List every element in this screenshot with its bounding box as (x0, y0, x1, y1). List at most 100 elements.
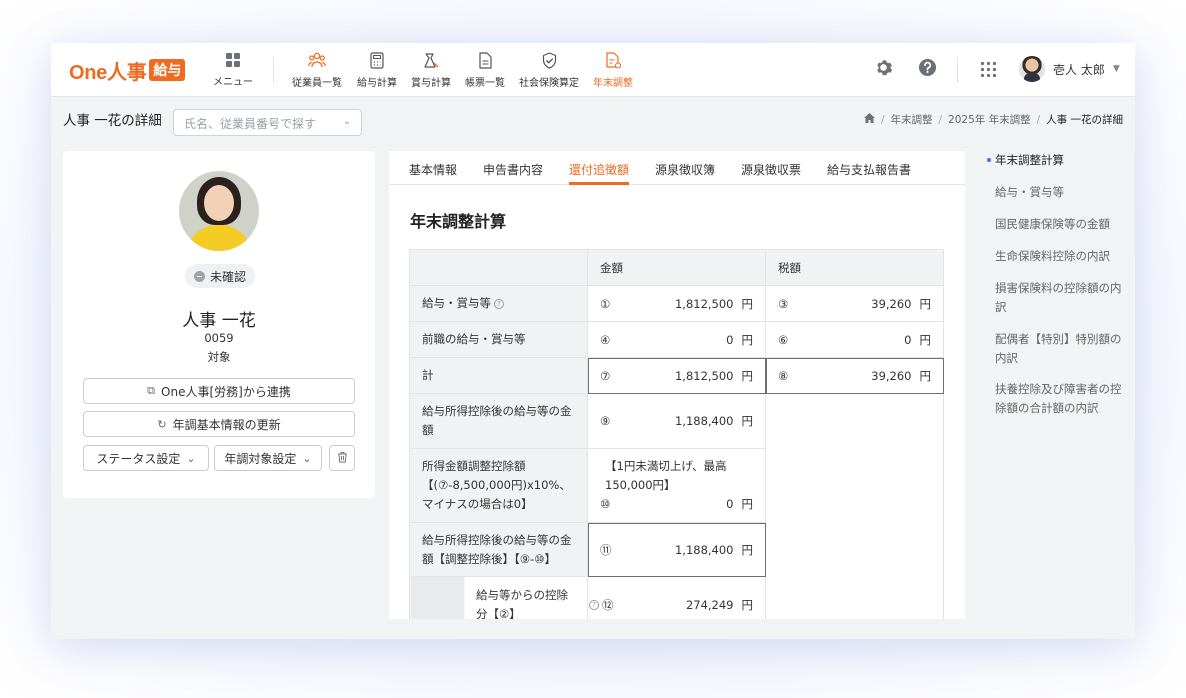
help-icon[interactable] (918, 58, 937, 80)
anchor-health-insurance[interactable]: 国民健康保険等の金額 (995, 215, 1135, 234)
row-label: 給与等からの控除分【②】 (476, 587, 568, 620)
tab-basic-info[interactable]: 基本情報 (409, 161, 457, 178)
logo-text: One人事 (69, 61, 147, 84)
delete-button[interactable] (329, 445, 355, 471)
anchor-spouse-deduction[interactable]: 配偶者【特別】特別額の内訳 (995, 330, 1125, 368)
table-row: 給与所得控除後の給与等の金額 ⑨ 1,188,400 円 (409, 393, 944, 619)
target-setting-dropdown[interactable]: 年調対象設定 ⌄ (214, 445, 322, 471)
row-label: 給与・賞与等 (422, 296, 491, 310)
chevron-down-icon: ⌄ (186, 451, 196, 465)
nav-year-end[interactable]: 年末調整 (593, 52, 633, 89)
divider (273, 57, 274, 83)
nav-bonus[interactable]: 賞与計算 (411, 52, 451, 89)
anchor-dependents-deduction[interactable]: 扶養控除及び障害者の控除額の合計額の内訳 (995, 380, 1125, 418)
update-basic-info-button[interactable]: ↻ 年調基本情報の更新 (83, 411, 355, 437)
search-placeholder: 氏名、従業員番号で探す (184, 117, 317, 131)
tax-number: ③ (778, 296, 789, 311)
nav-label: 従業員一覧 (292, 78, 342, 89)
home-icon[interactable] (863, 113, 875, 126)
calculator-icon (357, 52, 397, 70)
amount-value: 1,188,400 (674, 414, 734, 428)
row-label: 給与所得控除後の給与等の金額【調整控除後】【⑨-⑩】 (409, 522, 588, 577)
yen-unit: 円 (919, 368, 932, 383)
tab-withholding-book[interactable]: 源泉徴収簿 (655, 161, 715, 178)
help-icon[interactable]: ? (589, 599, 599, 610)
nav-employees[interactable]: 従業員一覧 (292, 52, 342, 89)
year-end-icon (593, 52, 633, 70)
link-from-labor-button[interactable]: ⧉ One人事[労務]から連携 (83, 378, 355, 404)
yen-unit: 円 (919, 296, 932, 311)
employee-profile-panel: 未確認 人事 一花 0059 対象 ⧉ One人事[労務]から連携 ↻ 年調基本… (63, 151, 375, 498)
background: One人事 給与 メニュー 従業員一覧 給与計算 賞与計算 帳票一覧 社会保険算… (0, 0, 1186, 698)
tab-withholding-slip[interactable]: 源泉徴収票 (741, 161, 801, 178)
anchor-year-end-calc[interactable]: 年末調整計算 (987, 151, 1135, 170)
nav-social-insurance[interactable]: 社会保険算定 (519, 52, 579, 89)
employee-number: 0059 (204, 331, 234, 345)
tax-number: ⑧ (778, 368, 789, 383)
breadcrumb-item[interactable]: 2025年 年末調整 (948, 112, 1031, 127)
table-header-row: 金額 税額 (409, 249, 944, 286)
apps-grid-icon (226, 53, 240, 67)
app-window: One人事 給与 メニュー 従業員一覧 給与計算 賞与計算 帳票一覧 社会保険算… (51, 43, 1135, 639)
app-logo[interactable]: One人事 給与 (69, 57, 186, 84)
help-icon[interactable]: ? (494, 298, 504, 309)
amount-value: 274,249 (685, 597, 734, 612)
breadcrumb-item[interactable]: 年末調整 (891, 112, 933, 127)
amount-value: 1,812,500 (674, 296, 734, 311)
logo-badge: 給与 (149, 59, 186, 81)
employee-search-input[interactable]: 氏名、従業員番号で探す ⌄ (173, 109, 362, 136)
anchor-damage-insurance[interactable]: 損害保険料の控除額の内訳 (995, 279, 1125, 317)
bonus-calc-icon (411, 52, 451, 70)
nav-forms[interactable]: 帳票一覧 (465, 52, 505, 89)
chevron-down-icon: ⌄ (342, 116, 351, 127)
anchor-salary-bonus[interactable]: 給与・賞与等 (995, 183, 1135, 202)
avatar (1019, 56, 1045, 82)
table-row: 計 ⑦ 1,812,500 円 ⑧ 39,260 円 (409, 357, 944, 394)
yen-unit: 円 (741, 542, 754, 557)
amount-number: ⑫ (602, 597, 614, 612)
main-content: 基本情報 申告書内容 還付追徴額 源泉徴収簿 源泉徴収票 給与支払報告書 年末調… (389, 151, 965, 619)
status-text: 未確認 (209, 269, 246, 284)
table-row: 前職の給与・賞与等 ④0円 ⑥0円 (409, 321, 944, 358)
amount-number: ⑩ (600, 497, 611, 511)
row-label: 給与所得控除後の給与等の金額 (409, 393, 588, 449)
status-setting-dropdown[interactable]: ステータス設定 ⌄ (83, 445, 209, 471)
menu-button[interactable]: メニュー (211, 53, 255, 88)
apps-dots-icon[interactable] (980, 61, 997, 81)
trash-icon (337, 451, 348, 466)
tab-refund-collection[interactable]: 還付追徴額 (569, 161, 629, 178)
section-title: 年末調整計算 (410, 212, 507, 231)
tab-declaration[interactable]: 申告書内容 (483, 161, 543, 178)
yen-unit: 円 (741, 332, 754, 347)
amount-number: ④ (600, 332, 611, 347)
amount-value: 0 (726, 497, 734, 511)
active-tab-indicator (569, 182, 629, 185)
user-menu[interactable]: 壱人 太郎 ▼ (1019, 56, 1120, 82)
tax-value: 0 (904, 332, 912, 347)
row-label: 前職の給与・賞与等 (409, 321, 588, 358)
amount-note: 【1円未満切上げ、最高150,000円】 (605, 459, 727, 492)
yen-unit: 円 (741, 597, 754, 612)
menu-label: メニュー (213, 77, 253, 88)
nav-label: 賞与計算 (411, 78, 451, 89)
amount-number: ① (600, 296, 611, 311)
row-label: 計 (409, 357, 588, 394)
chevron-down-icon: ▼ (1112, 64, 1120, 74)
column-header-tax: 税額 (765, 249, 944, 286)
status-badge: 未確認 (185, 264, 255, 288)
yen-unit: 円 (741, 368, 754, 383)
year-end-calc-table: 金額 税額 給与・賞与等? ① 1,812,500 円 ③ 39,260 円 前職の給与… (409, 249, 944, 619)
external-link-icon: ⧉ (147, 384, 156, 397)
column-header-amount: 金額 (587, 249, 766, 286)
chevron-down-icon: ⌄ (302, 451, 312, 465)
user-name: 壱人 太郎 (1053, 62, 1105, 77)
nav-label: 年末調整 (593, 78, 633, 89)
nav-payroll[interactable]: 給与計算 (357, 52, 397, 89)
tab-payment-report[interactable]: 給与支払報告書 (827, 161, 911, 178)
amount-number: ⑦ (600, 368, 611, 383)
settings-gear-icon[interactable] (874, 58, 893, 80)
divider (957, 57, 958, 83)
yen-unit: 円 (741, 296, 754, 311)
profile-photo (179, 171, 259, 251)
anchor-life-insurance[interactable]: 生命保険料控除の内訳 (995, 247, 1135, 266)
